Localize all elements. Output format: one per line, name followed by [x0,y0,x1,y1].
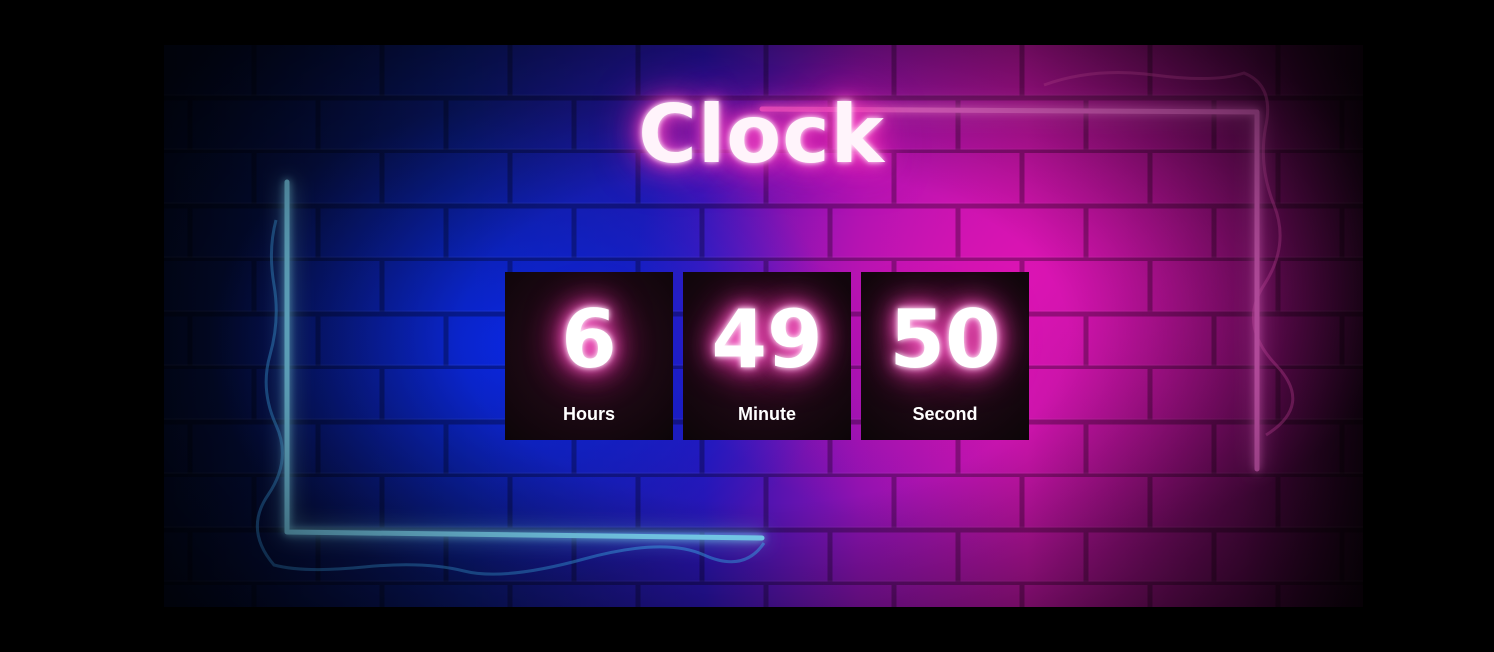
hours-label: Hours [562,404,615,424]
minutes-value: 49 [711,293,823,386]
seconds-label: Second [912,404,978,424]
hours-tile: 6 Hours [505,272,673,440]
minutes-label: Minute [738,404,796,424]
seconds-tile: 50 Second [861,272,1029,440]
minutes-tile: 49 Minute [683,272,851,440]
page-title: Clock [638,88,885,181]
hours-value: 6 [561,293,617,386]
clock-display: 6 Hours 49 Minute 50 Second [505,272,1029,440]
seconds-value: 50 [889,293,1001,386]
neon-clock-scene: Clock 6 Hours 49 Minute 50 Second [164,45,1363,607]
